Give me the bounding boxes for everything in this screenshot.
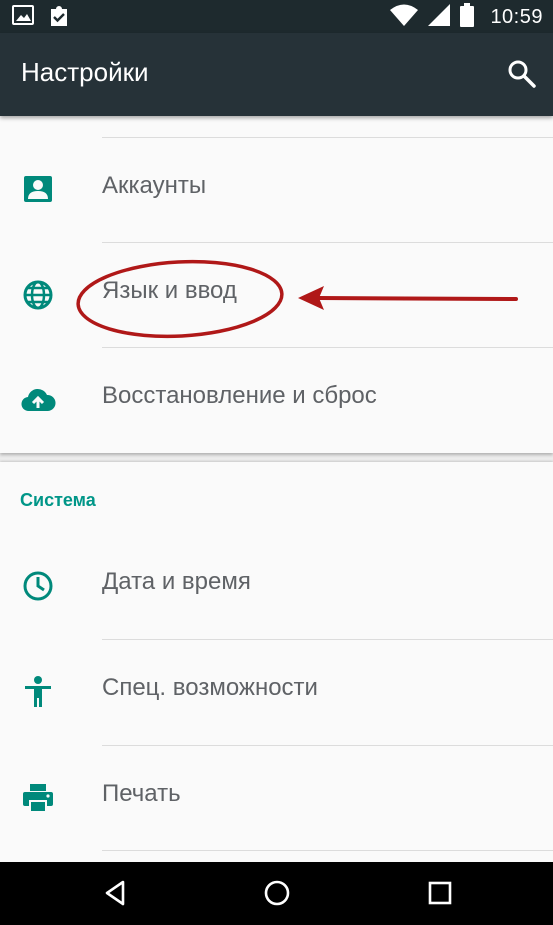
settings-card-personal: Аккаунты Язык и ввод Восстановление и сб…	[0, 116, 553, 453]
settings-item-accessibility[interactable]: Спец. возможности	[0, 640, 553, 745]
account-box-icon	[20, 172, 56, 208]
app-toolbar: Настройки	[0, 33, 553, 116]
clipboard-check-icon	[48, 5, 70, 31]
globe-icon	[20, 277, 56, 313]
settings-item-language-input[interactable]: Язык и ввод	[0, 243, 553, 348]
back-icon	[105, 880, 125, 906]
settings-card-system: Система Дата и время Спец. возможности П…	[0, 462, 553, 862]
image-icon	[12, 5, 34, 31]
status-bar: 10:59	[0, 0, 553, 33]
page-title: Настройки	[21, 57, 149, 87]
settings-item-date-time[interactable]: Дата и время	[0, 534, 553, 639]
settings-item-label: Дата и время	[102, 568, 251, 595]
accessibility-icon	[20, 674, 56, 710]
search-button[interactable]	[506, 58, 538, 90]
wifi-icon	[390, 4, 419, 30]
settings-item-accounts[interactable]: Аккаунты	[0, 138, 553, 243]
cloud-upload-icon	[20, 382, 56, 418]
settings-item-printing[interactable]: Печать	[0, 746, 553, 851]
settings-item-backup-reset[interactable]: Восстановление и сброс	[0, 348, 553, 453]
settings-item-label: Спец. возможности	[102, 674, 318, 701]
navigation-bar	[0, 862, 553, 925]
printer-icon	[20, 780, 56, 816]
back-button[interactable]	[100, 877, 132, 909]
clock-icon	[20, 568, 56, 604]
recents-icon	[428, 881, 452, 905]
settings-item-label: Восстановление и сброс	[102, 382, 377, 409]
divider	[102, 850, 553, 851]
settings-item-label: Язык и ввод	[102, 277, 237, 304]
recents-button[interactable]	[424, 877, 456, 909]
search-icon	[508, 60, 536, 88]
battery-icon	[460, 3, 475, 31]
signal-icon	[428, 4, 451, 30]
section-header-system: Система	[20, 490, 96, 510]
status-time: 10:59	[490, 5, 543, 28]
settings-item-label: Печать	[102, 780, 181, 807]
home-icon	[264, 880, 290, 906]
settings-item-label: Аккаунты	[102, 172, 207, 199]
home-button[interactable]	[261, 877, 293, 909]
